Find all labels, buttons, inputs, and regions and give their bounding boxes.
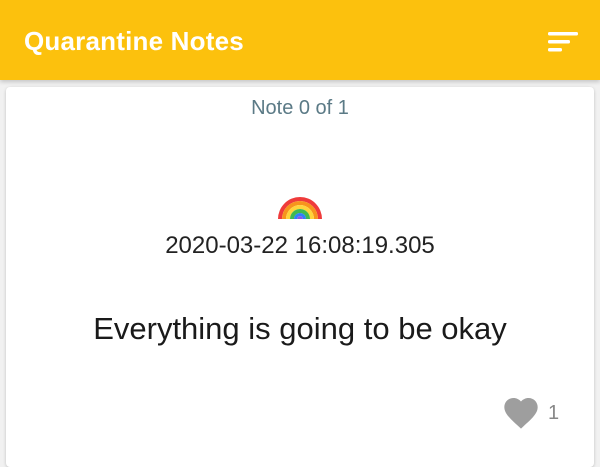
like-count: 1 <box>548 402 560 424</box>
sort-icon <box>548 32 578 52</box>
note-counter: Note 0 of 1 <box>251 97 349 119</box>
rainbow-icon <box>276 177 324 221</box>
note-timestamp: 2020-03-22 16:08:19.305 <box>165 232 435 259</box>
like-button[interactable] <box>500 393 542 433</box>
heart-icon <box>504 398 538 429</box>
sort-menu-button[interactable] <box>538 22 582 62</box>
note-text: Everything is going to be okay <box>93 311 507 346</box>
app-title: Quarantine Notes <box>24 26 244 56</box>
note-card: Note 0 of 1 2020-03-22 16:08:19.305 Ever… <box>6 87 594 467</box>
app-bar: Quarantine Notes <box>0 0 600 80</box>
